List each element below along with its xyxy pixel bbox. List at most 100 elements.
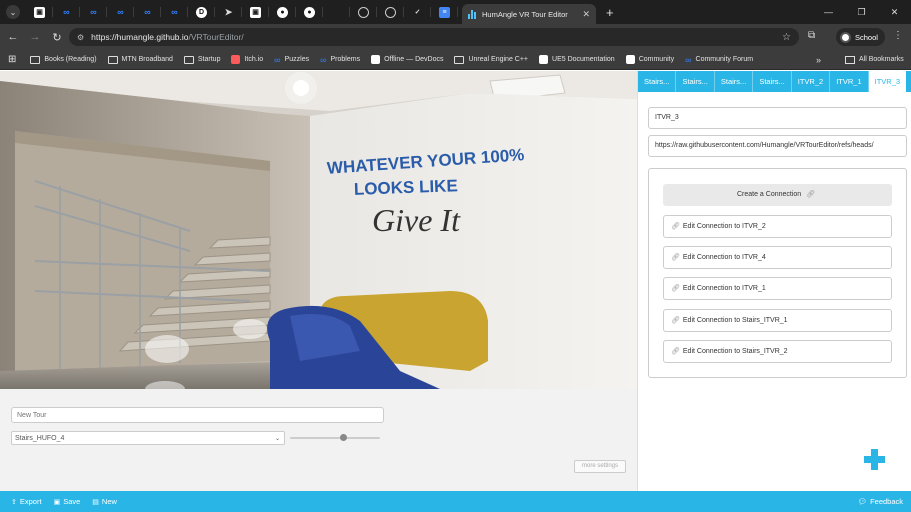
add-scene-plus-icon[interactable] bbox=[864, 449, 885, 470]
check-icon: ✓ bbox=[414, 9, 421, 16]
close-tab-icon[interactable]: ✕ bbox=[582, 9, 590, 20]
tab-search-icon[interactable]: ⌄ bbox=[6, 5, 20, 19]
panorama-viewer[interactable]: WHATEVER YOUR 100% LOOKS LIKE Give It bbox=[0, 71, 637, 389]
pinned-tab[interactable]: ≡ bbox=[431, 0, 458, 24]
upload-icon: ⇪ bbox=[11, 498, 17, 506]
bookmark-item[interactable]: Itch.io bbox=[231, 55, 263, 64]
reload-icon[interactable]: ↻ bbox=[46, 31, 68, 44]
pinned-tab[interactable] bbox=[323, 0, 350, 24]
pinned-tab[interactable]: ∞ bbox=[107, 0, 134, 24]
edit-connection-button[interactable]: 🔗︎ Edit Connection to Stairs_ITVR_1 bbox=[663, 309, 892, 332]
edit-connection-button[interactable]: 🔗︎ Edit Connection to ITVR_1 bbox=[663, 277, 892, 300]
scene-tab[interactable]: Stairs... bbox=[715, 71, 754, 92]
scene-tab[interactable]: Stairs... bbox=[753, 71, 792, 92]
connections-box: Create a Connection 🔗︎ 🔗︎ Edit Connection… bbox=[648, 168, 907, 378]
browser-menu-icon[interactable]: ⋮ bbox=[893, 30, 903, 41]
create-connection-button[interactable]: Create a Connection 🔗︎ bbox=[663, 184, 892, 206]
scene-tab[interactable]: ITVR_2 bbox=[792, 71, 831, 92]
scene-tab[interactable]: Stairs... bbox=[676, 71, 715, 92]
blank-icon bbox=[331, 7, 342, 18]
address-bar[interactable]: ⚙ https://humangle.github.io/VRTourEdito… bbox=[69, 28, 799, 46]
edit-connection-label: Edit Connection to ITVR_1 bbox=[682, 285, 766, 292]
meta-icon: ∞ bbox=[63, 7, 70, 17]
pinned-tab[interactable]: ∞ bbox=[53, 0, 80, 24]
bookmark-item[interactable]: UE5 Documentation bbox=[539, 55, 615, 64]
export-button[interactable]: ⇪ Export bbox=[11, 497, 42, 506]
bookmark-item[interactable]: Books (Reading) bbox=[30, 55, 97, 64]
scene-tab[interactable]: ITVR_1 bbox=[830, 71, 869, 92]
new-file-icon: ▤ bbox=[92, 498, 99, 506]
close-window-icon[interactable]: ✕ bbox=[878, 0, 911, 24]
image-url-input[interactable]: https://raw.githubusercontent.com/Humang… bbox=[648, 135, 907, 157]
github-icon: ● bbox=[304, 6, 315, 18]
wall-text-line2: LOOKS LIKE bbox=[354, 176, 459, 199]
all-bookmarks[interactable]: All Bookmarks bbox=[845, 55, 904, 64]
bookmarks-overflow-icon[interactable]: » bbox=[816, 55, 821, 65]
save-icon: ▣ bbox=[53, 498, 61, 506]
bookmark-star-icon[interactable]: ☆ bbox=[782, 32, 791, 43]
bookmark-item[interactable]: Offline — DevDocs bbox=[371, 55, 443, 64]
fov-slider[interactable] bbox=[290, 434, 380, 442]
bookmark-label: Books (Reading) bbox=[44, 56, 97, 63]
more-settings-button[interactable]: more settings bbox=[574, 460, 626, 473]
pinned-tab[interactable] bbox=[350, 0, 377, 24]
pinned-tab[interactable]: ▣ bbox=[242, 0, 269, 24]
bookmark-item[interactable]: MTN Broadband bbox=[107, 55, 173, 64]
restore-icon[interactable]: ❐ bbox=[845, 0, 878, 24]
folder-icon bbox=[183, 55, 194, 64]
meta-icon: ∞ bbox=[90, 7, 97, 17]
save-label: Save bbox=[63, 497, 81, 506]
bookmark-label: MTN Broadband bbox=[121, 56, 173, 63]
bookmark-label: Startup bbox=[197, 56, 221, 63]
bookmark-label: Offline — DevDocs bbox=[384, 56, 444, 63]
pinned-tab[interactable]: D bbox=[188, 0, 215, 24]
save-button[interactable]: ▣ Save bbox=[54, 497, 81, 506]
new-button[interactable]: ▤ New bbox=[92, 497, 117, 506]
url-path: /VRTourEditor/ bbox=[188, 32, 244, 42]
scene-name-input[interactable]: ITVR_3 bbox=[648, 107, 907, 129]
bookmark-label: UE5 Documentation bbox=[552, 56, 615, 63]
active-browser-tab[interactable]: HumAngle VR Tour Editor ✕ bbox=[462, 4, 596, 24]
edit-connection-button[interactable]: 🔗︎ Edit Connection to ITVR_2 bbox=[663, 215, 892, 238]
slider-thumb[interactable] bbox=[339, 434, 347, 441]
scene-select[interactable]: Stairs_HUFO_4 ⌄ bbox=[11, 431, 285, 445]
bookmark-item[interactable]: ∞ Community Forum bbox=[685, 55, 753, 65]
ue-icon bbox=[625, 55, 635, 64]
new-tab-icon[interactable]: + bbox=[606, 5, 614, 20]
pinned-tab[interactable]: ● bbox=[269, 0, 296, 24]
edit-connection-button[interactable]: 🔗︎ Edit Connection to Stairs_ITVR_2 bbox=[663, 340, 892, 363]
create-connection-label: Create a Connection bbox=[736, 191, 802, 198]
pinned-tab[interactable]: ∞ bbox=[161, 0, 188, 24]
meta-icon: ∞ bbox=[117, 7, 124, 17]
pinned-tab[interactable]: ∞ bbox=[80, 0, 107, 24]
pinned-tab[interactable] bbox=[377, 0, 404, 24]
pinned-tab[interactable]: ▣ bbox=[26, 0, 53, 24]
pinned-tab[interactable]: ∞ bbox=[134, 0, 161, 24]
pinned-tab[interactable]: ● bbox=[296, 0, 323, 24]
folder-icon bbox=[845, 55, 855, 64]
scene-tab-active[interactable]: ITVR_3 bbox=[868, 71, 907, 92]
apps-icon[interactable]: ⊞ bbox=[8, 54, 16, 65]
feedback-button[interactable]: 💬︎ Feedback bbox=[858, 497, 903, 506]
hotspot-marker[interactable] bbox=[233, 319, 267, 339]
back-icon[interactable]: ← bbox=[2, 31, 24, 43]
minimize-icon[interactable]: — bbox=[812, 0, 845, 24]
bookmark-item[interactable]: Community bbox=[625, 55, 674, 64]
hotspot-marker[interactable] bbox=[145, 335, 189, 363]
bookmark-item[interactable]: ∞ Puzzles bbox=[274, 55, 309, 65]
humangle-logo-icon bbox=[468, 9, 477, 19]
bookmark-item[interactable]: ∞ Problems bbox=[320, 55, 360, 65]
tour-name-input[interactable] bbox=[11, 407, 384, 423]
pinned-tab[interactable]: ➤ bbox=[215, 0, 242, 24]
pinned-tab[interactable]: ✓ bbox=[404, 0, 431, 24]
site-info-icon[interactable]: ⚙ bbox=[77, 33, 84, 42]
extensions-icon[interactable]: ⧉ bbox=[808, 30, 815, 41]
profile-button[interactable]: School bbox=[836, 28, 885, 46]
github-icon: ● bbox=[277, 6, 288, 18]
bookmark-item[interactable]: Unreal Engine C++ bbox=[454, 55, 528, 64]
link-icon: 🔗︎ bbox=[671, 254, 680, 261]
forward-icon[interactable]: → bbox=[24, 31, 46, 43]
bookmark-item[interactable]: Startup bbox=[183, 55, 221, 64]
scene-tab[interactable]: Stairs... bbox=[638, 71, 677, 92]
edit-connection-button[interactable]: 🔗︎ Edit Connection to ITVR_4 bbox=[663, 246, 892, 269]
